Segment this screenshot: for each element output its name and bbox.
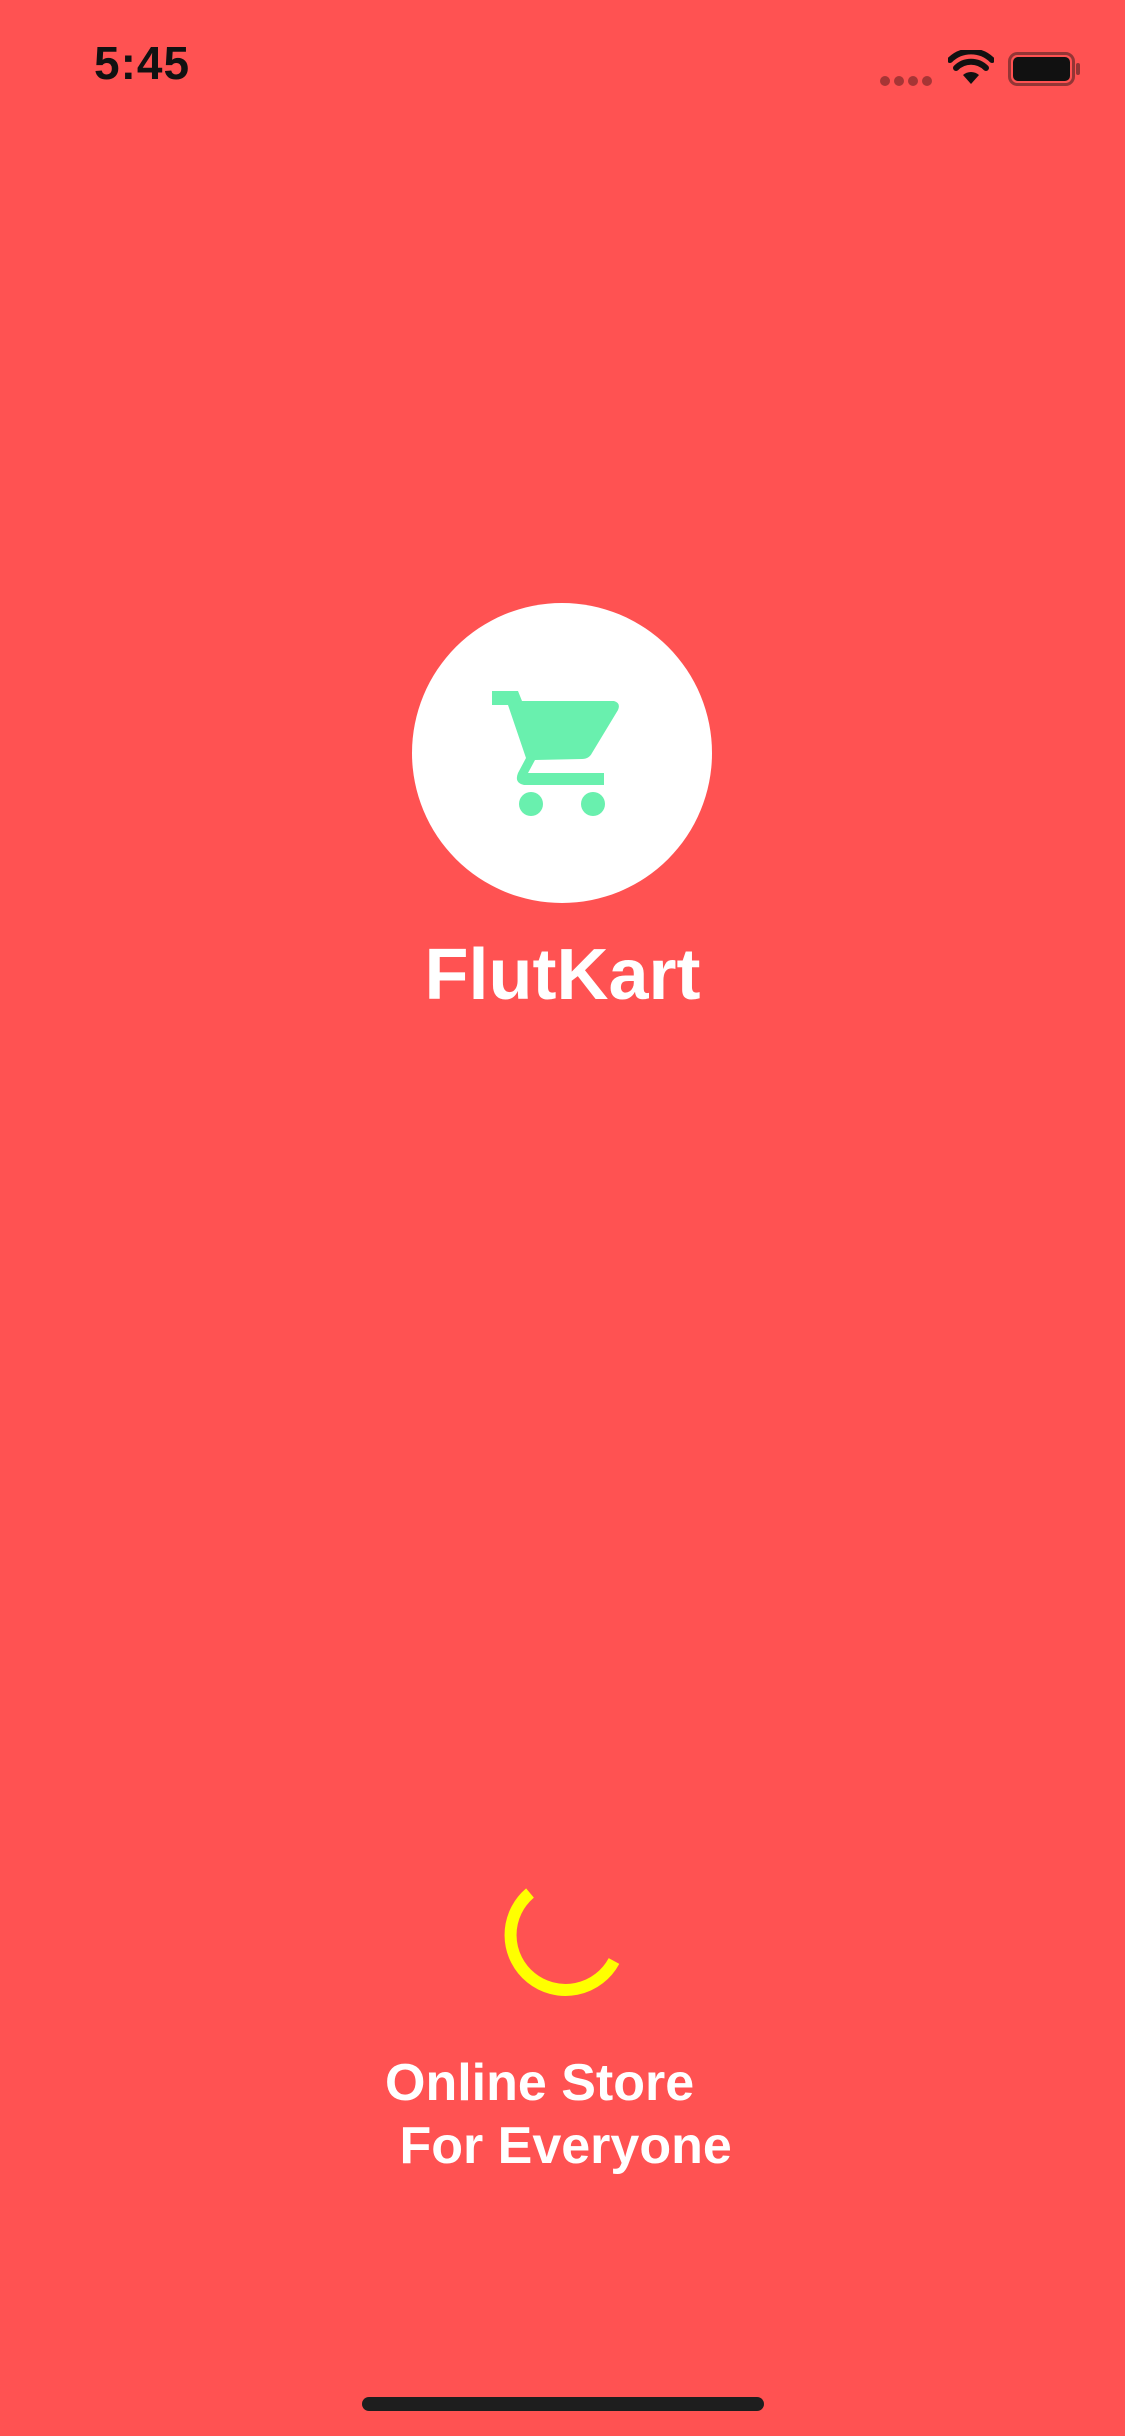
tagline-line1: Online Store	[385, 2054, 695, 2112]
app-title: FlutKart	[424, 935, 701, 1015]
battery-icon	[1008, 52, 1080, 86]
tagline-line2: For Everyone	[385, 2117, 732, 2175]
status-bar: 5:45	[0, 0, 1125, 132]
home-indicator[interactable]	[362, 2397, 764, 2411]
signal-icon	[880, 76, 934, 86]
tagline: Online Store For Everyone	[385, 2052, 785, 2178]
status-time: 5:45	[94, 37, 191, 89]
shopping-cart-icon	[492, 691, 619, 816]
wifi-icon	[948, 50, 994, 84]
loading-spinner	[504, 1888, 620, 1996]
